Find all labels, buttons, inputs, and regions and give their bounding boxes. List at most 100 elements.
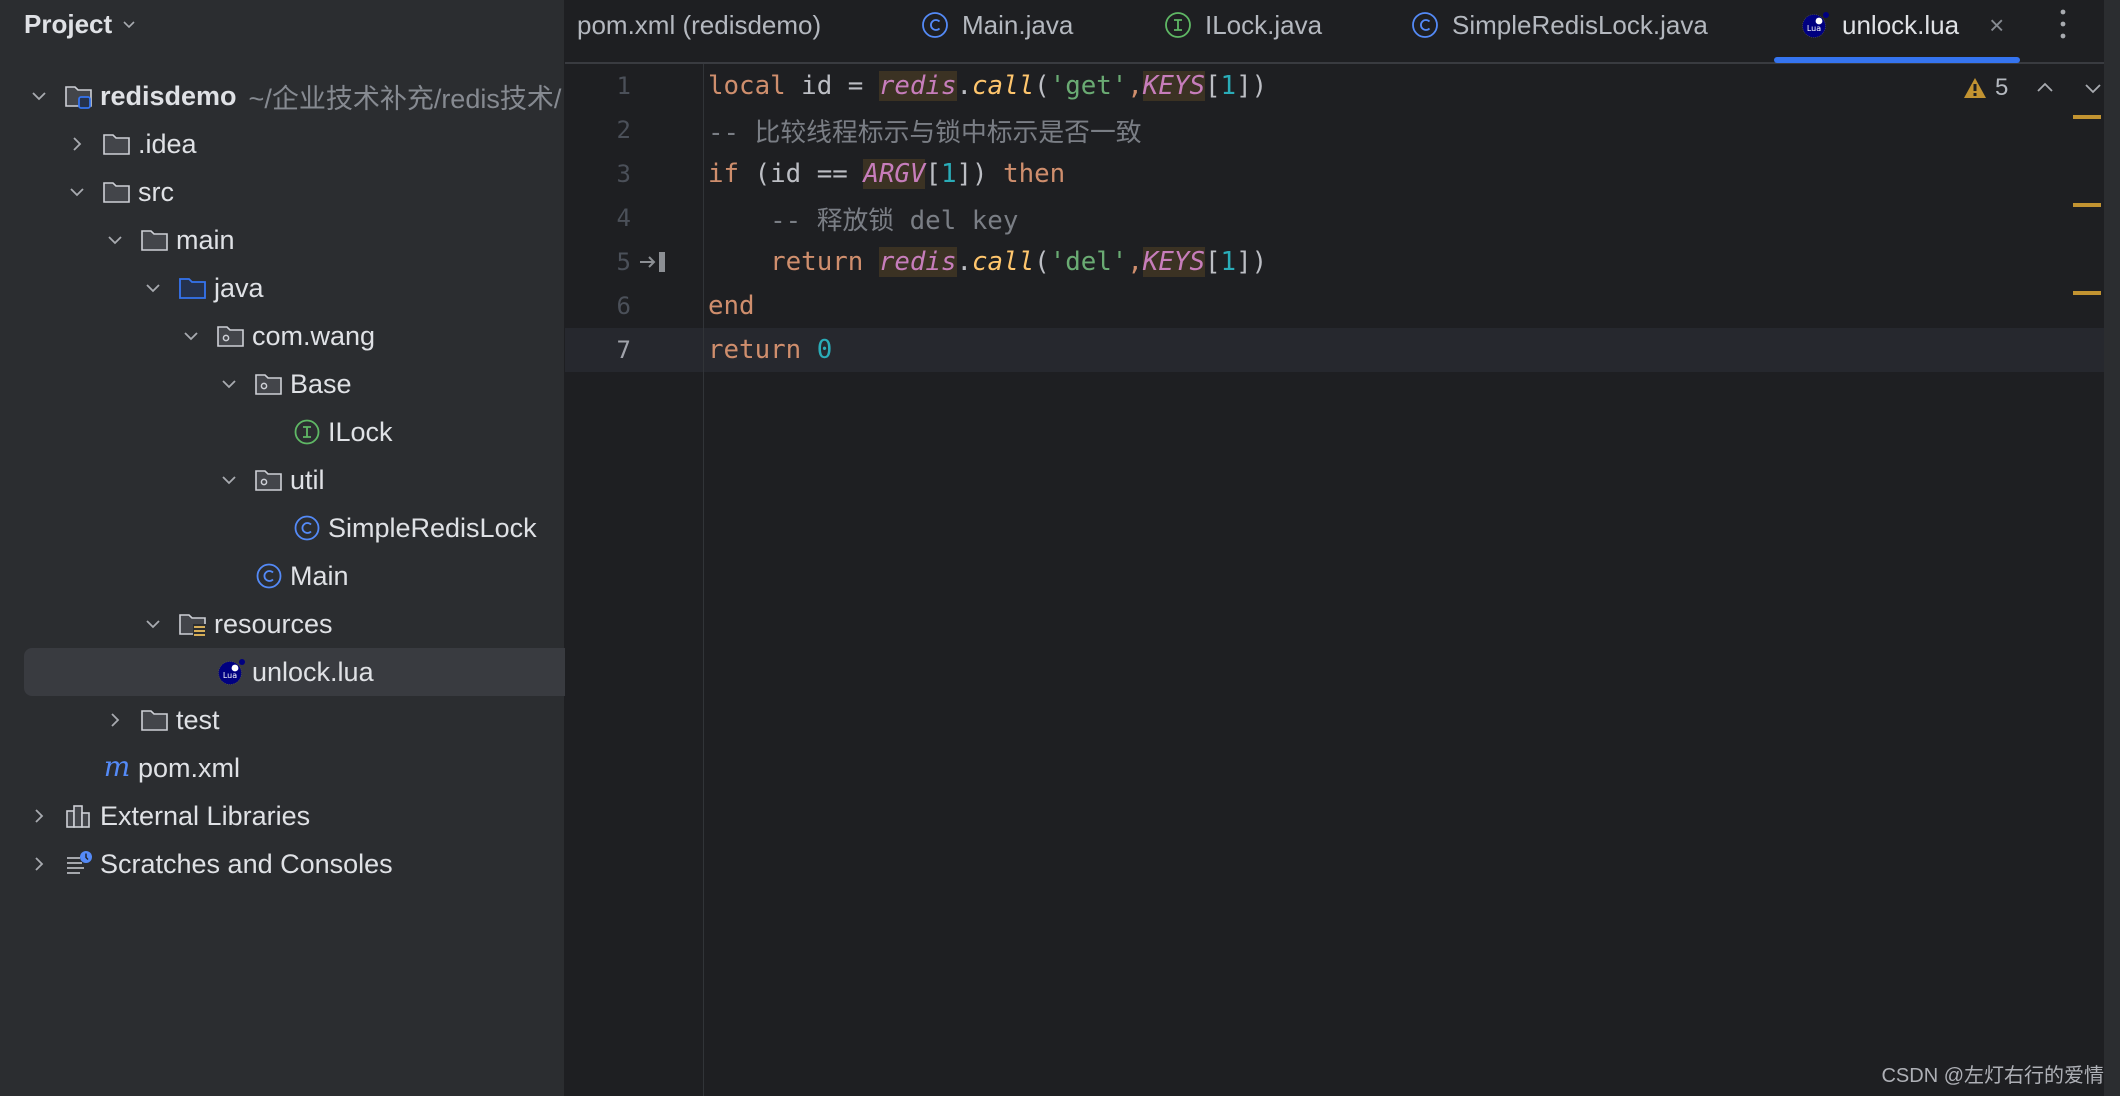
interface-icon (292, 418, 322, 446)
class-icon (1410, 10, 1440, 40)
tree-item-label: Main (290, 560, 349, 591)
chevron-down-icon (123, 21, 135, 29)
code-line[interactable]: 5 return redis.call('del',KEYS[1]) (565, 240, 2104, 284)
tab-main-java[interactable]: Main.java (920, 0, 1073, 50)
tree-item-idea[interactable]: .idea (0, 120, 630, 168)
project-view-selector[interactable]: Project (24, 6, 136, 42)
code-text[interactable]: end (708, 291, 755, 321)
chevron-right-icon[interactable] (28, 805, 50, 827)
warning-stripe-marker[interactable] (2073, 291, 2101, 295)
code-text[interactable]: return 0 (708, 335, 832, 365)
code-line[interactable]: 1 local id = redis.call('get',KEYS[1]) (565, 64, 2104, 108)
tree-item-redisdemo[interactable]: redisdemo ~/企业技术补充/redis技术/ (0, 72, 592, 120)
line-number: 3 (616, 160, 631, 188)
class-icon (920, 10, 950, 40)
close-tab-icon[interactable]: × (1989, 10, 2004, 41)
code-line[interactable]: 6 end (565, 284, 2104, 328)
next-highlight-icon[interactable] (2082, 77, 2104, 99)
chevron-down-icon[interactable] (66, 181, 88, 203)
tree-item-label: ILock (328, 416, 393, 447)
chevron-right-icon[interactable] (104, 709, 126, 731)
code-line[interactable]: 4 -- 释放锁 del key (565, 196, 2104, 240)
right-tool-strip (2104, 0, 2120, 1096)
code-line[interactable]: 2 -- 比较线程标示与锁中标示是否一致 (565, 108, 2104, 152)
svg-text:Lua: Lua (1807, 24, 1821, 33)
tree-item-label: External Libraries (100, 800, 311, 831)
project-title: Project (24, 8, 113, 39)
class-icon (254, 562, 284, 590)
package-icon (254, 466, 284, 494)
active-tab-indicator (1774, 57, 2020, 63)
maven-icon: m (102, 754, 132, 782)
editor-tab-bar: pom.xml (redisdemo) Main.java ILock.java… (565, 0, 2104, 64)
tree-item-src[interactable]: src (0, 168, 630, 216)
editor-area: pom.xml (redisdemo) Main.java ILock.java… (565, 0, 2104, 1096)
warning-stripe-marker[interactable] (2073, 203, 2101, 207)
line-number: 2 (616, 116, 631, 144)
interface-icon (1163, 10, 1193, 40)
chevron-down-icon[interactable] (104, 229, 126, 251)
chevron-down-icon[interactable] (180, 325, 202, 347)
inspections-widget[interactable]: 5 (1963, 74, 2104, 102)
tab-label: Main.java (962, 9, 1074, 40)
tab-pom-xml[interactable]: pom.xml (redisdemo) (577, 0, 821, 50)
chevron-down-icon[interactable] (142, 613, 164, 635)
line-number: 4 (616, 204, 631, 232)
tree-item-external-libraries[interactable]: External Libraries (0, 792, 592, 840)
watermark: CSDN @左灯右行的爱情 (1881, 1065, 2104, 1087)
chevron-down-icon[interactable] (218, 373, 240, 395)
previous-highlight-icon[interactable] (2034, 77, 2056, 99)
module-folder-icon (64, 82, 94, 110)
tree-item-label: SimpleRedisLock (328, 512, 537, 543)
chevron-down-icon[interactable] (28, 85, 50, 107)
tree-item-label: redisdemo (100, 80, 237, 111)
code-text[interactable]: local id = redis.call('get',KEYS[1]) (708, 71, 1267, 101)
chevron-down-icon[interactable] (218, 469, 240, 491)
tree-item-label: Base (290, 368, 352, 399)
tree-item-label: util (290, 464, 325, 495)
tab-label: SimpleRedisLock.java (1452, 9, 1708, 40)
module-path: ~/企业技术补充/redis技术/ (248, 83, 562, 114)
package-icon (216, 322, 246, 350)
class-icon (292, 514, 322, 542)
more-options-icon[interactable] (2055, 6, 2071, 42)
tree-item-label: src (138, 176, 174, 207)
tab-simpleredislock-java[interactable]: SimpleRedisLock.java (1410, 0, 1708, 50)
code-line[interactable]: 3 if (id == ARGV[1]) then (565, 152, 2104, 196)
lua-file-icon: Lua (216, 658, 246, 686)
warning-count: 5 (1995, 74, 2009, 101)
folder-icon (140, 706, 170, 734)
project-tool-window: Project redisdemo ~/企业技术补充/redis技术/ .ide… (0, 0, 720, 1096)
tree-item-label: Scratches and Consoles (100, 848, 393, 879)
tab-label: unlock.lua (1842, 9, 1960, 40)
tree-item-label: unlock.lua (252, 656, 374, 687)
tab-indent-marker-icon (640, 252, 665, 272)
line-number: 7 (616, 336, 631, 364)
tree-item-label: com.wang (252, 320, 376, 351)
code-text[interactable]: -- 释放锁 del key (708, 200, 1018, 237)
tab-label: ILock.java (1205, 9, 1323, 40)
tree-item-label: .idea (138, 128, 197, 159)
tree-item-scratches[interactable]: Scratches and Consoles (0, 840, 592, 888)
tree-item-label: java (214, 272, 264, 303)
code-line-current[interactable]: 7 return 0 (565, 328, 2104, 372)
folder-icon (140, 226, 170, 254)
code-text[interactable]: if (id == ARGV[1]) then (708, 159, 1065, 189)
code-text[interactable]: return redis.call('del',KEYS[1]) (708, 247, 1267, 277)
chevron-down-icon[interactable] (142, 277, 164, 299)
folder-icon (102, 178, 132, 206)
source-folder-icon (178, 274, 208, 302)
code-text[interactable]: -- 比较线程标示与锁中标示是否一致 (708, 112, 1142, 149)
tree-item-label: resources (214, 608, 333, 639)
line-number: 1 (616, 72, 631, 100)
chevron-right-icon[interactable] (28, 853, 50, 875)
warning-stripe-marker[interactable] (2073, 115, 2101, 119)
tree-item-pom-xml[interactable]: m pom.xml (0, 744, 630, 792)
chevron-right-icon[interactable] (66, 133, 88, 155)
warning-icon (1964, 78, 1986, 98)
svg-text:m: m (104, 754, 131, 782)
tab-ilock-java[interactable]: ILock.java (1163, 0, 1322, 50)
scratches-icon (64, 850, 94, 878)
line-number: 6 (616, 292, 631, 320)
tab-unlock-lua[interactable]: Lua unlock.lua × (1800, 0, 2004, 50)
